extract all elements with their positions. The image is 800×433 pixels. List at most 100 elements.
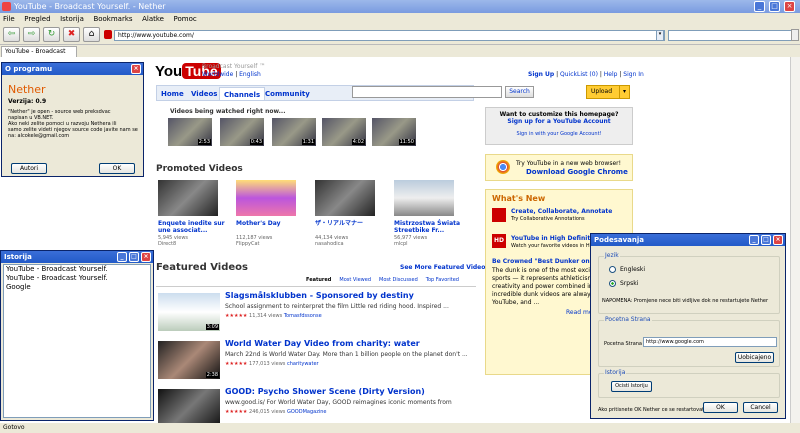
menu-file[interactable]: File [3, 15, 15, 23]
nav-community[interactable]: Community [261, 87, 314, 101]
minimize-button[interactable]: _ [754, 1, 765, 12]
featured-item: 3:09 Slagsmålsklubben - Sponsored by des… [156, 291, 476, 339]
menu-history[interactable]: Istorija [60, 15, 84, 23]
language-link[interactable]: English [239, 71, 261, 78]
promoted-video-title[interactable]: Enquete inedite sur une associat... [158, 220, 228, 234]
featured-thumb[interactable] [158, 389, 220, 423]
promoted-thumb[interactable] [315, 180, 375, 216]
promoted-thumb[interactable] [158, 180, 218, 216]
signup-link[interactable]: Sign Up [528, 71, 554, 78]
promoted-video-title[interactable]: Mistrzostwa Świata Streetbike Fr... [394, 220, 464, 234]
english-radio[interactable] [609, 266, 616, 273]
history-item[interactable]: YouTube - Broadcast Yourself. [6, 274, 150, 283]
promoted-user[interactable]: FlippyCat [236, 241, 259, 247]
about-ok-button[interactable]: OK [99, 163, 135, 174]
maximize-icon[interactable]: □ [129, 252, 139, 262]
history-item[interactable]: Google [6, 283, 150, 292]
nav-videos[interactable]: Videos [187, 87, 221, 101]
nav-channels[interactable]: Channels [219, 87, 266, 101]
views: 246,015 views [249, 409, 286, 415]
maximize-button[interactable]: □ [769, 1, 780, 12]
address-bar[interactable]: http://www.youtube.com/ [114, 30, 665, 41]
featured-tab-top-favorited[interactable]: Top Favorited [426, 277, 459, 283]
address-dropdown-icon[interactable]: ▾ [656, 30, 664, 41]
settings-cancel-button[interactable]: Cancel [743, 402, 778, 413]
window-title: YouTube - Broadcast Yourself. - Nether [14, 2, 166, 11]
menu-bookmarks[interactable]: Bookmarks [93, 15, 132, 23]
whatsnew-item-title[interactable]: YouTube in High Definition [511, 235, 601, 242]
promoted-user[interactable]: Direct8 [158, 241, 176, 247]
authors-button[interactable]: Autori [11, 163, 47, 174]
watched-thumb[interactable]: 4:02 [322, 118, 366, 146]
about-title: O programu [5, 65, 53, 73]
forward-icon[interactable]: ⇨ [23, 27, 40, 42]
youtube-search-input[interactable] [352, 86, 502, 98]
promoted-thumb[interactable] [394, 180, 454, 216]
featured-thumb[interactable]: 2:38 [158, 341, 220, 379]
promoted-user[interactable]: nasahodica [315, 241, 344, 247]
promoted-user[interactable]: mlcpl [394, 241, 408, 247]
watched-thumb[interactable]: 11:50 [372, 118, 416, 146]
history-item[interactable]: YouTube - Broadcast Yourself. [6, 265, 150, 274]
search-go-button[interactable] [791, 29, 799, 41]
see-more-featured-link[interactable]: See More Featured Videos [400, 264, 489, 271]
maximize-icon[interactable]: □ [761, 235, 771, 245]
featured-video-title[interactable]: Slagsmålsklubben - Sponsored by destiny [225, 291, 414, 300]
serbian-radio[interactable] [609, 280, 616, 287]
promoted-thumb[interactable] [236, 180, 296, 216]
featured-thumb[interactable]: 3:09 [158, 293, 220, 331]
views: 177,013 views [249, 361, 286, 367]
close-button[interactable]: × [784, 1, 795, 12]
minimize-icon[interactable]: _ [117, 252, 127, 262]
close-icon[interactable]: × [141, 252, 151, 262]
upload-button[interactable]: Upload ▾ [586, 85, 630, 99]
featured-video-title[interactable]: World Water Day Video from charity: wate… [225, 339, 420, 348]
close-icon[interactable]: × [131, 64, 141, 74]
toolbar: ⇦ ⇨ ↻ ✖ ⌂ http://www.youtube.com/ ▾ [0, 25, 800, 45]
default-homepage-button[interactable]: Uobicajeno [735, 352, 774, 363]
help-link[interactable]: Help [604, 71, 618, 78]
upload-dropdown-icon[interactable]: ▾ [619, 86, 629, 98]
tab-youtube[interactable]: YouTube - Broadcast Yourself. [1, 46, 77, 65]
home-icon[interactable]: ⌂ [83, 27, 100, 42]
watched-thumb[interactable]: 2:53 [168, 118, 212, 146]
region-link[interactable]: Worldwide [202, 71, 233, 78]
refresh-icon[interactable]: ↻ [43, 27, 60, 42]
homepage-group-label: Pocetna Strana [604, 316, 652, 323]
history-list: YouTube - Broadcast Yourself. YouTube - … [3, 264, 151, 418]
close-icon[interactable]: × [773, 235, 783, 245]
signin-link[interactable]: Sign In [623, 71, 644, 78]
collaborate-icon [492, 208, 506, 222]
featured-tab-most-viewed[interactable]: Most Viewed [339, 277, 371, 283]
featured-tab-most-discussed[interactable]: Most Discussed [379, 277, 418, 283]
homepage-input[interactable]: http://www.google.com [643, 337, 777, 347]
user-link[interactable]: charitywater [287, 361, 319, 367]
quicklist-link[interactable]: QuickList (0) [560, 71, 598, 78]
vertical-scrollbar[interactable] [790, 57, 800, 423]
promoted-video-title[interactable]: Mother's Day [236, 220, 306, 227]
google-signin-link[interactable]: Sign in with your Google Account! [486, 131, 632, 137]
search-field[interactable] [668, 30, 792, 41]
watched-thumb[interactable]: 0:43 [220, 118, 264, 146]
user-link[interactable]: Tomasfdssonse [284, 313, 322, 319]
featured-video-title[interactable]: GOOD: Psycho Shower Scene (Dirty Version… [225, 387, 425, 396]
minimize-icon[interactable]: _ [749, 235, 759, 245]
menu-help[interactable]: Pomoc [174, 15, 197, 23]
chrome-download-link[interactable]: Download Google Chrome [526, 168, 628, 176]
menu-view[interactable]: Pregled [24, 15, 50, 23]
watched-thumb[interactable]: 1:31 [272, 118, 316, 146]
menu-tools[interactable]: Alatke [142, 15, 164, 23]
clear-history-button[interactable]: Ocisti Istoriju [611, 381, 652, 392]
chrome-promo[interactable]: Try YouTube in a new web browser! Downlo… [485, 154, 633, 181]
stop-icon[interactable]: ✖ [63, 27, 80, 42]
signup-account-link[interactable]: Sign up for a YouTube Account [486, 118, 632, 125]
back-icon[interactable]: ⇦ [3, 27, 20, 42]
user-link[interactable]: GOODMagazine [287, 409, 326, 415]
settings-ok-button[interactable]: OK [703, 402, 738, 413]
nav-home[interactable]: Home [157, 87, 188, 101]
featured-tab-featured[interactable]: Featured [306, 277, 331, 283]
promoted-video-title[interactable]: ザ・リアルマナー [315, 220, 385, 227]
featured-tabs: Featured Most Viewed Most Discussed Top Fav… [306, 277, 459, 283]
youtube-search-button[interactable]: Search [505, 86, 534, 98]
whatsnew-item-title[interactable]: Create, Collaborate, Annotate [511, 208, 612, 215]
